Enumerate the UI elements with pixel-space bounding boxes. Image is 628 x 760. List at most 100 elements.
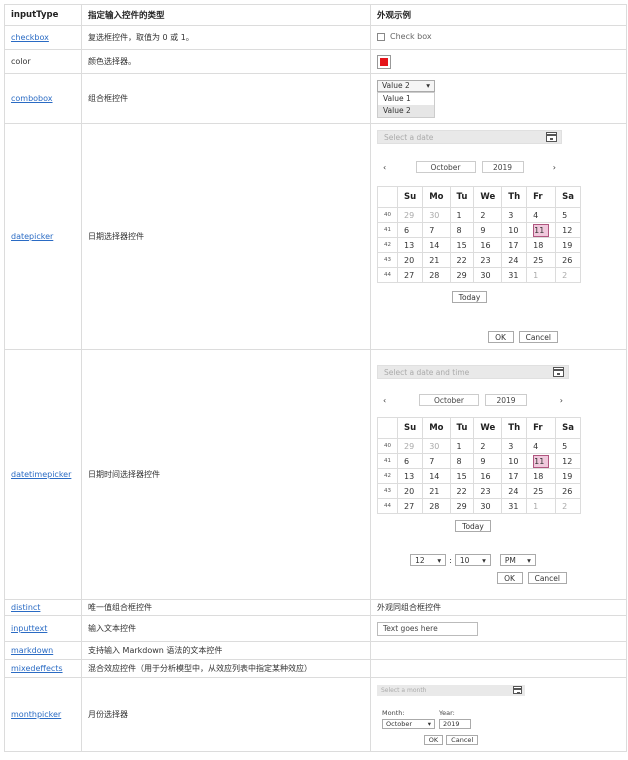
link-combobox[interactable]: combobox: [11, 94, 53, 103]
calendar-day[interactable]: 29: [449, 498, 475, 514]
link-inputtext[interactable]: inputtext: [11, 624, 47, 633]
calendar-day[interactable]: 20: [396, 483, 424, 499]
calendar-day[interactable]: 21: [422, 483, 451, 499]
calendar-day[interactable]: 22: [449, 483, 475, 499]
calendar-day[interactable]: 15: [449, 237, 475, 253]
calendar-day[interactable]: 20: [396, 252, 424, 268]
month-input[interactable]: Select a month: [377, 684, 525, 696]
calendar-day[interactable]: 24: [501, 483, 528, 499]
month-select[interactable]: October ▾: [382, 718, 435, 729]
link-datepicker[interactable]: datepicker: [11, 232, 53, 241]
calendar-day[interactable]: 8: [449, 453, 475, 469]
checkbox-example[interactable]: Check box: [377, 32, 432, 41]
calendar-day[interactable]: 10: [501, 222, 528, 238]
link-markdown[interactable]: markdown: [11, 646, 53, 655]
calendar-day[interactable]: 9: [473, 453, 503, 469]
calendar-day[interactable]: 19: [555, 237, 581, 253]
calendar-day[interactable]: 16: [473, 468, 503, 484]
year-select[interactable]: 2019: [485, 394, 527, 406]
year-select[interactable]: 2019: [481, 161, 524, 173]
today-button[interactable]: Today: [451, 291, 488, 303]
cancel-button[interactable]: Cancel: [527, 572, 567, 584]
calendar-day[interactable]: 29: [396, 438, 424, 454]
calendar-day[interactable]: 18: [526, 468, 557, 484]
link-monthpicker[interactable]: monthpicker: [11, 710, 61, 719]
calendar-day[interactable]: 5: [555, 207, 581, 223]
combobox-select[interactable]: Value 2 ▾: [377, 79, 435, 92]
calendar-day[interactable]: 27: [396, 267, 424, 283]
calendar-day[interactable]: 15: [449, 468, 475, 484]
calendar-day[interactable]: 27: [396, 498, 424, 514]
minute-select[interactable]: 10 ▾: [454, 554, 491, 566]
link-distinct[interactable]: distinct: [11, 603, 40, 612]
calendar-day-selected[interactable]: 11: [526, 453, 557, 469]
calendar-day[interactable]: 3: [501, 438, 528, 454]
color-swatch[interactable]: [377, 54, 391, 69]
link-checkbox[interactable]: checkbox: [11, 33, 49, 42]
calendar-day[interactable]: 29: [449, 267, 475, 283]
today-button[interactable]: Today: [455, 520, 491, 532]
calendar-day[interactable]: 2: [473, 207, 503, 223]
combobox-example[interactable]: Value 2 ▾ Value 1 Value 2: [377, 79, 435, 118]
calendar-day[interactable]: 19: [555, 468, 581, 484]
calendar-day[interactable]: 2: [555, 267, 581, 283]
calendar-day[interactable]: 26: [555, 252, 581, 268]
calendar-day[interactable]: 3: [501, 207, 528, 223]
next-month-icon[interactable]: ›: [560, 396, 563, 405]
link-datetimepicker[interactable]: datetimepicker: [11, 470, 71, 479]
calendar-day[interactable]: 1: [526, 267, 557, 283]
calendar-day[interactable]: 1: [449, 438, 475, 454]
calendar-day[interactable]: 28: [422, 267, 451, 283]
combobox-option[interactable]: Value 1: [378, 93, 434, 105]
calendar-day[interactable]: 30: [473, 267, 503, 283]
calendar-day[interactable]: 4: [526, 438, 557, 454]
next-month-icon[interactable]: ›: [553, 163, 556, 172]
ok-button[interactable]: OK: [496, 572, 523, 584]
hour-select[interactable]: 12 ▾: [410, 554, 447, 566]
calendar-day[interactable]: 10: [501, 453, 528, 469]
calendar-icon[interactable]: [513, 686, 522, 694]
calendar-day[interactable]: 6: [396, 453, 424, 469]
calendar-day[interactable]: 13: [396, 468, 424, 484]
calendar-day[interactable]: 18: [526, 237, 557, 253]
ampm-select[interactable]: PM ▾: [499, 554, 536, 566]
calendar-day[interactable]: 21: [422, 252, 451, 268]
calendar-day[interactable]: 2: [555, 498, 581, 514]
calendar-day[interactable]: 12: [555, 222, 581, 238]
calendar-day[interactable]: 31: [501, 267, 528, 283]
calendar-day[interactable]: 7: [422, 222, 451, 238]
cancel-button[interactable]: Cancel: [446, 734, 479, 745]
calendar-day[interactable]: 13: [396, 237, 424, 253]
calendar-day[interactable]: 5: [555, 438, 581, 454]
calendar-day[interactable]: 1: [449, 207, 475, 223]
calendar-day[interactable]: 6: [396, 222, 424, 238]
calendar-day[interactable]: 30: [422, 438, 451, 454]
ok-button[interactable]: OK: [423, 734, 444, 745]
link-mixedeffects[interactable]: mixedeffects: [11, 664, 63, 673]
prev-month-icon[interactable]: ‹: [383, 396, 386, 405]
datetime-input[interactable]: Select a date and time: [377, 365, 569, 379]
calendar-day[interactable]: 14: [422, 468, 451, 484]
checkbox-box[interactable]: [377, 32, 385, 41]
calendar-day[interactable]: 23: [473, 252, 503, 268]
calendar-day[interactable]: 7: [422, 453, 451, 469]
calendar-day[interactable]: 29: [396, 207, 424, 223]
calendar-day[interactable]: 25: [526, 252, 557, 268]
calendar-day[interactable]: 28: [422, 498, 451, 514]
calendar-day[interactable]: 26: [555, 483, 581, 499]
calendar-day[interactable]: 8: [449, 222, 475, 238]
calendar-day[interactable]: 4: [526, 207, 557, 223]
calendar-day[interactable]: 17: [501, 468, 528, 484]
month-select[interactable]: October: [415, 161, 476, 173]
calendar-icon[interactable]: [553, 367, 564, 377]
calendar-day[interactable]: 17: [501, 237, 528, 253]
calendar-day[interactable]: 30: [422, 207, 451, 223]
year-field[interactable]: 2019: [439, 718, 471, 729]
text-input[interactable]: Text goes here: [377, 621, 478, 636]
calendar-day[interactable]: 25: [526, 483, 557, 499]
calendar-day[interactable]: 2: [473, 438, 503, 454]
cancel-button[interactable]: Cancel: [518, 331, 558, 343]
calendar-day[interactable]: 12: [555, 453, 581, 469]
calendar-day-selected[interactable]: 11: [526, 222, 557, 238]
calendar-day[interactable]: 31: [501, 498, 528, 514]
